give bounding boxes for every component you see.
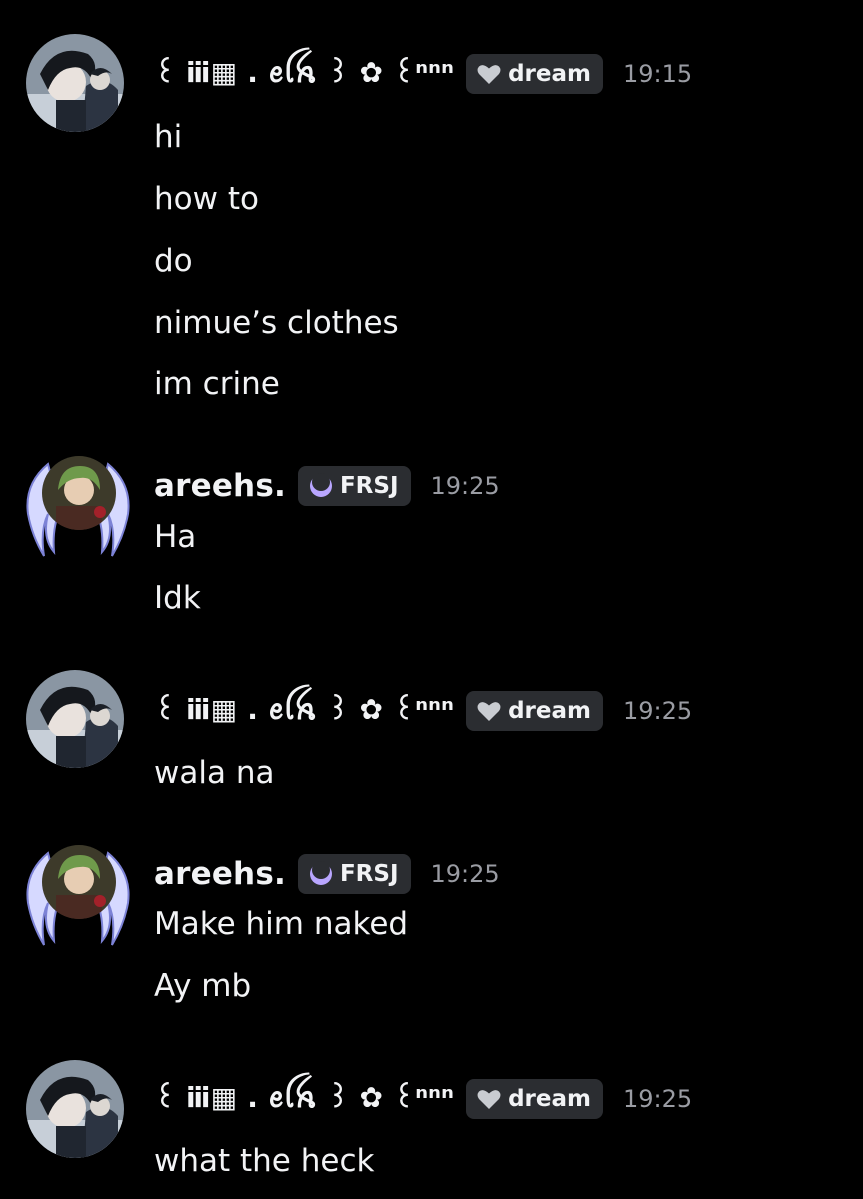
username[interactable]: ꒰ ⅲ▦ . ꫀꪶꫝ ꒱ ✿ ꒰ⁿⁿⁿ (154, 1070, 454, 1129)
message-header: ꒰ ⅲ▦ . ꫀꪶꫝ ꒱ ✿ ꒰ⁿⁿⁿ dream 19:25 (154, 1077, 692, 1121)
message-line: Ay mb (154, 968, 252, 1004)
message-line: Idk (154, 580, 201, 616)
avatar[interactable] (18, 444, 138, 564)
message-line: Make him naked (154, 906, 409, 942)
crescent-moon-icon (308, 861, 334, 887)
username[interactable]: areehs. (154, 468, 286, 504)
message-line: im crine (154, 366, 280, 402)
timestamp: 19:25 (430, 472, 500, 500)
role-tag[interactable]: dream (466, 1079, 603, 1119)
message-line: nimue’s clothes (154, 305, 399, 341)
message-line: Ha (154, 519, 197, 555)
username[interactable]: areehs. (154, 856, 286, 892)
avatar[interactable] (18, 833, 138, 953)
timestamp: 19:25 (430, 860, 500, 888)
username[interactable]: ꒰ ⅲ▦ . ꫀꪶꫝ ꒱ ✿ ꒰ⁿⁿⁿ (154, 45, 454, 104)
heart-icon (476, 61, 502, 87)
role-tag[interactable]: dream (466, 691, 603, 731)
role-tag[interactable]: dream (466, 54, 603, 94)
role-tag[interactable]: FRSJ (297, 466, 411, 506)
role-tag-label: dream (508, 61, 591, 87)
role-tag-label: dream (508, 698, 591, 724)
heart-icon (476, 698, 502, 724)
message-header: ꒰ ⅲ▦ . ꫀꪶꫝ ꒱ ✿ ꒰ⁿⁿⁿ dream 19:15 (154, 52, 692, 96)
crescent-moon-icon (308, 473, 334, 499)
message-line: hi (154, 119, 183, 155)
message-header: areehs. FRSJ 19:25 (154, 464, 500, 508)
avatar[interactable] (26, 34, 146, 154)
avatar[interactable] (26, 1060, 146, 1180)
timestamp: 19:15 (622, 60, 693, 88)
message-line: do (154, 243, 193, 279)
avatar[interactable] (26, 670, 146, 790)
message-line: what the heck (154, 1143, 375, 1179)
role-tag-label: dream (508, 1086, 591, 1112)
message-header: ꒰ ⅲ▦ . ꫀꪶꫝ ꒱ ✿ ꒰ⁿⁿⁿ dream 19:25 (154, 689, 692, 733)
role-tag-label: FRSJ (339, 861, 399, 887)
role-tag[interactable]: FRSJ (297, 854, 411, 894)
role-tag-label: FRSJ (339, 473, 399, 499)
timestamp: 19:25 (622, 1085, 693, 1113)
message-line: wala na (154, 755, 275, 791)
message-line: how to (154, 181, 259, 217)
heart-icon (476, 1086, 502, 1112)
username[interactable]: ꒰ ⅲ▦ . ꫀꪶꫝ ꒱ ✿ ꒰ⁿⁿⁿ (154, 682, 454, 741)
message-header: areehs. FRSJ 19:25 (154, 852, 500, 896)
timestamp: 19:25 (622, 697, 693, 725)
